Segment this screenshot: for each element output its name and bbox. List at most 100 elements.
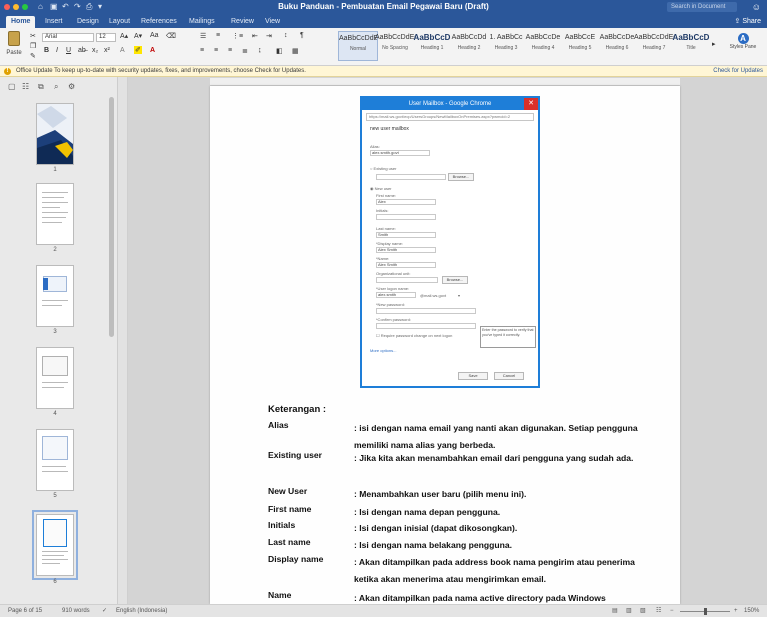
tab-home[interactable]: Home: [6, 16, 36, 28]
bullets-icon[interactable]: ☰: [200, 32, 206, 40]
cut-icon[interactable]: ✂: [30, 32, 36, 40]
multilevel-list-icon[interactable]: ⋮≡: [232, 32, 243, 40]
style-name: Normal: [349, 46, 367, 52]
page-thumbnail-2[interactable]: [36, 183, 74, 245]
style-name: Heading 7: [642, 45, 666, 51]
description: : Menambahkan user baru (pilih menu ini)…: [354, 489, 527, 499]
first-name-label: First name:: [376, 193, 397, 198]
page-thumbnail-3[interactable]: [36, 265, 74, 327]
pane-settings-icon[interactable]: ⚙: [68, 82, 75, 91]
check-updates-button[interactable]: Check for Updates: [713, 66, 763, 76]
show-marks-icon[interactable]: ¶: [300, 32, 304, 39]
style-sample: AaBbCcD: [672, 33, 710, 42]
word-count[interactable]: 910 words: [62, 605, 90, 617]
update-message-bar: ! Office Update To keep up-to-date with …: [0, 66, 767, 77]
document-page[interactable]: User Mailbox - Google Chrome ✕ https://m…: [210, 86, 680, 604]
shrink-font-icon[interactable]: A▾: [134, 32, 142, 40]
dialog-url: https://mail.ws.govt/ecp/UsersGroups/New…: [366, 113, 534, 121]
term: Initials: [268, 520, 296, 530]
superscript-icon[interactable]: x²: [104, 47, 110, 54]
format-painter-icon[interactable]: ✎: [30, 52, 36, 60]
text-effects-icon[interactable]: A: [120, 47, 125, 54]
tab-view[interactable]: View: [260, 16, 285, 28]
nav-pane-scrollbar[interactable]: [109, 97, 114, 337]
page-count[interactable]: Page 6 of 15: [8, 605, 42, 617]
share-button[interactable]: ⇪ Share: [735, 16, 762, 28]
tab-references[interactable]: References: [136, 16, 182, 28]
zoom-out-icon[interactable]: −: [670, 605, 674, 617]
numbering-icon[interactable]: ≡: [216, 32, 220, 39]
search-icon[interactable]: ⌕: [54, 82, 58, 92]
align-center-icon[interactable]: ≡: [214, 47, 218, 54]
line-spacing-icon[interactable]: ↨: [258, 47, 262, 54]
clear-format-icon[interactable]: ⌫: [166, 32, 176, 40]
sort-icon[interactable]: ↕: [284, 32, 288, 39]
style-name: No Spacing: [382, 45, 408, 51]
existing-user-option: ○ Existing user: [370, 166, 397, 171]
highlight-icon[interactable]: ✐: [134, 46, 142, 54]
language-indicator[interactable]: English (Indonesia): [116, 605, 167, 617]
zoom-in-icon[interactable]: +: [734, 605, 738, 617]
style-heading-1[interactable]: AaBbCcD Heading 1: [412, 31, 452, 61]
borders-icon[interactable]: ▦: [292, 47, 299, 55]
tab-insert[interactable]: Insert: [40, 16, 68, 28]
justify-icon[interactable]: ≣: [242, 47, 248, 55]
increase-indent-icon[interactable]: ⇥: [266, 32, 272, 40]
font-name-select[interactable]: Arial: [42, 33, 94, 42]
page-thumbnail-5[interactable]: [36, 429, 74, 491]
zoom-level[interactable]: 150%: [744, 605, 759, 617]
styles-more-icon[interactable]: ▸: [712, 40, 716, 48]
change-case-icon[interactable]: Aa: [150, 32, 159, 39]
page-thumbnail-1[interactable]: [36, 103, 74, 165]
style-heading-6[interactable]: AaBbCcDe Heading 6: [597, 31, 637, 61]
search-document-input[interactable]: Search in Document: [667, 2, 737, 12]
style-heading-2[interactable]: AaBbCcDd Heading 2: [449, 31, 489, 61]
style-heading-4[interactable]: AaBbCcDe Heading 4: [523, 31, 563, 61]
page-thumbnail-4[interactable]: [36, 347, 74, 409]
style-title[interactable]: AaBbCcD Title: [671, 31, 711, 61]
copy-icon[interactable]: ❐: [30, 42, 36, 50]
web-layout-icon[interactable]: ▥: [626, 605, 632, 617]
grow-font-icon[interactable]: A▴: [120, 32, 128, 40]
strikethrough-icon[interactable]: ab̶: [78, 47, 86, 54]
description: : Isi dengan inisial (dapat dikosongkan)…: [354, 523, 518, 533]
align-right-icon[interactable]: ≡: [228, 47, 232, 54]
decrease-indent-icon[interactable]: ⇤: [252, 32, 258, 40]
zoom-slider-handle[interactable]: [704, 608, 707, 615]
style-no-spacing[interactable]: AaBbCcDdEe No Spacing: [375, 31, 415, 61]
vertical-ruler: [118, 77, 128, 604]
tab-review[interactable]: Review: [226, 16, 259, 28]
tab-mailings[interactable]: Mailings: [184, 16, 220, 28]
tab-design[interactable]: Design: [72, 16, 104, 28]
display-name-field: Alex Smith: [376, 247, 436, 253]
underline-icon[interactable]: U: [66, 47, 71, 54]
paste-button[interactable]: Paste: [3, 31, 25, 63]
headings-view-icon[interactable]: ☷: [22, 82, 29, 91]
proofing-icon[interactable]: ✓: [102, 605, 107, 617]
initials-label: Initials:: [376, 208, 389, 213]
font-size-select[interactable]: 12: [96, 33, 116, 42]
account-icon[interactable]: ☺: [752, 2, 761, 12]
style-heading-5[interactable]: AaBbCcE Heading 5: [560, 31, 600, 61]
align-left-icon[interactable]: ≡: [200, 47, 204, 54]
description: : Jika kita akan menambahkan email dari …: [354, 453, 634, 463]
italic-icon[interactable]: I: [56, 47, 58, 54]
style-heading-3[interactable]: 1. AaBbCc Heading 3: [486, 31, 526, 61]
new-mailbox-screenshot: User Mailbox - Google Chrome ✕ https://m…: [360, 96, 540, 388]
styles-pane-button[interactable]: A Styles Pane: [724, 31, 762, 63]
tab-layout[interactable]: Layout: [104, 16, 135, 28]
font-color-icon[interactable]: A: [150, 47, 155, 54]
term: New User: [268, 486, 308, 496]
page-number: 3: [53, 329, 57, 335]
shading-icon[interactable]: ◧: [276, 47, 283, 55]
subscript-icon[interactable]: x₂: [92, 47, 98, 54]
focus-mode-icon[interactable]: ▧: [640, 605, 646, 617]
pages-view-icon[interactable]: ⧉: [38, 82, 44, 92]
bold-icon[interactable]: B: [44, 47, 49, 54]
print-layout-icon[interactable]: ▤: [612, 605, 618, 617]
style-normal[interactable]: AaBbCcDdEe Normal: [338, 31, 378, 61]
read-mode-icon[interactable]: ☷: [656, 605, 661, 617]
thumbnails-view-icon[interactable]: ▢: [8, 82, 16, 91]
style-heading-7[interactable]: AaBbCcDdEe Heading 7: [634, 31, 674, 61]
page-thumbnail-6[interactable]: [36, 514, 74, 576]
